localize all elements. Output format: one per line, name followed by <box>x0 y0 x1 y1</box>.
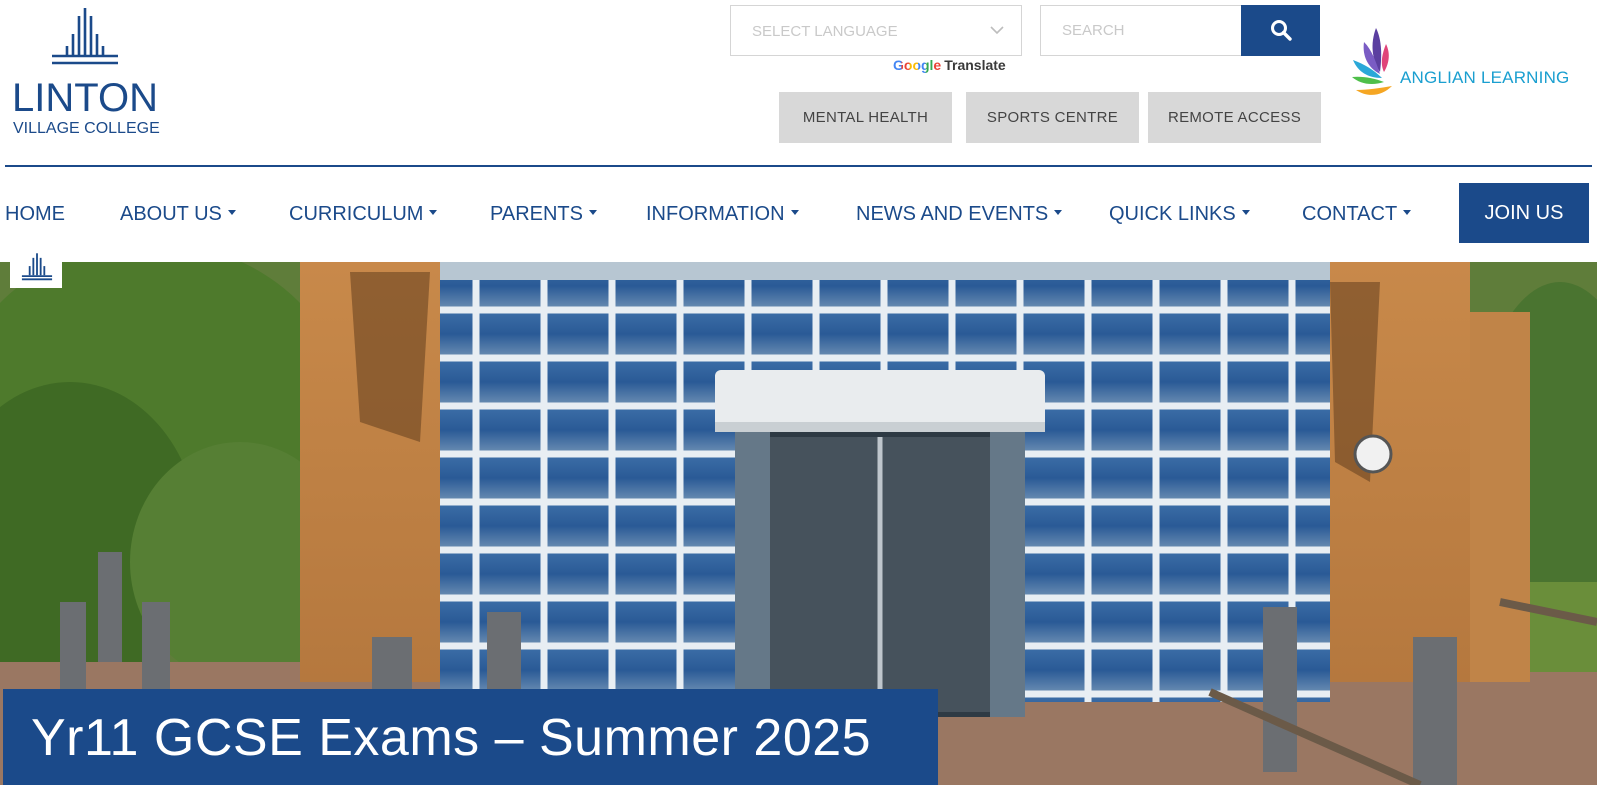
nav-quick-links-label: QUICK LINKS <box>1109 203 1236 225</box>
google-translate-credit[interactable]: Google Translate <box>893 57 1006 73</box>
header-divider <box>5 165 1592 167</box>
college-name: LINTON <box>12 76 158 120</box>
remote-access-button[interactable]: REMOTE ACCESS <box>1148 92 1321 143</box>
nav-contact[interactable]: CONTACT <box>1302 203 1412 226</box>
nav-news-and-events[interactable]: NEWS AND EVENTS <box>856 203 1063 226</box>
nav-quick-links[interactable]: QUICK LINKS <box>1109 203 1250 226</box>
anglian-learning-name: ANGLIAN LEARNING <box>1400 68 1570 87</box>
mental-health-button[interactable]: MENTAL HEALTH <box>779 92 952 143</box>
nav-information[interactable]: INFORMATION <box>646 203 799 226</box>
anglian-learning-leaves-icon <box>1352 28 1392 95</box>
caret-down-icon <box>227 210 236 216</box>
nav-parents[interactable]: PARENTS <box>490 203 597 226</box>
caret-down-icon <box>790 210 799 216</box>
caret-down-icon <box>1054 210 1063 216</box>
chevron-down-icon <box>990 26 1004 35</box>
search-input[interactable] <box>1040 5 1243 56</box>
search-button[interactable] <box>1241 5 1320 56</box>
caret-down-icon <box>429 210 438 216</box>
search-icon <box>1271 20 1292 41</box>
main-navigation: HOME ABOUT US CURRICULUM PARENTS INFORMA… <box>0 185 1597 245</box>
nav-about-us[interactable]: ABOUT US <box>120 203 236 226</box>
join-us-button[interactable]: JOIN US <box>1459 183 1589 243</box>
translate-label: Translate <box>944 57 1006 73</box>
nav-parents-label: PARENTS <box>490 203 583 225</box>
caret-down-icon <box>1241 210 1250 216</box>
nav-contact-label: CONTACT <box>1302 203 1398 225</box>
language-select-label: SELECT LANGUAGE <box>752 23 898 40</box>
nav-curriculum[interactable]: CURRICULUM <box>289 203 438 226</box>
linton-emblem-icon <box>21 253 53 281</box>
nav-news-and-events-label: NEWS AND EVENTS <box>856 203 1049 225</box>
hero-caption-text: Yr11 GCSE Exams – Summer 2025 <box>31 709 872 767</box>
linton-emblem-icon <box>52 8 118 65</box>
college-logo[interactable]: LINTON VILLAGE COLLEGE <box>10 8 170 143</box>
college-subtitle: VILLAGE COLLEGE <box>13 120 160 137</box>
caret-down-icon <box>1403 210 1412 216</box>
nav-home[interactable]: HOME <box>5 203 65 226</box>
hero-caption[interactable]: Yr11 GCSE Exams – Summer 2025 <box>3 689 938 785</box>
caret-down-icon <box>588 210 597 216</box>
nav-about-us-label: ABOUT US <box>120 203 222 225</box>
home-emblem-button[interactable] <box>10 246 62 288</box>
anglian-learning-logo[interactable]: ANGLIAN LEARNING <box>1350 22 1595 112</box>
sports-centre-button[interactable]: SPORTS CENTRE <box>966 92 1139 143</box>
google-brand: Google <box>893 57 942 73</box>
nav-curriculum-label: CURRICULUM <box>289 203 424 225</box>
language-select[interactable]: SELECT LANGUAGE <box>730 5 1022 56</box>
nav-information-label: INFORMATION <box>646 203 785 225</box>
nav-home-label: HOME <box>5 203 65 225</box>
